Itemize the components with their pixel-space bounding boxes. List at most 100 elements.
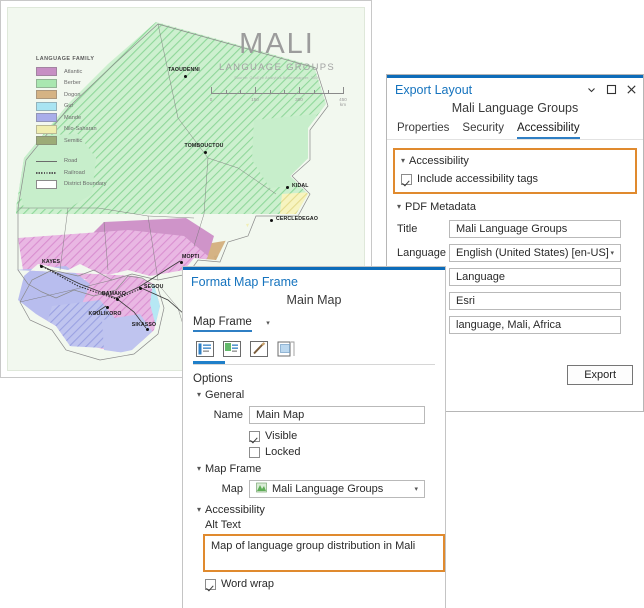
chevron-down-icon: ▾ [401, 156, 406, 165]
format-map-frame-title: Format Map Frame [191, 275, 298, 289]
road-line-icon [36, 157, 57, 166]
scalebar-label: 300 [295, 97, 303, 102]
legend-family-label: Atlantic [64, 68, 83, 75]
keywords-input[interactable]: language, Mali, Africa [449, 316, 621, 334]
word-wrap-checkbox[interactable] [205, 578, 216, 590]
scalebar-tick [343, 87, 344, 94]
legend-symbol-label: Railroad [64, 169, 85, 176]
alt-text-input[interactable]: Map of language group distribution in Ma… [203, 534, 445, 572]
map-frame-dropdown-label: Map Frame [193, 316, 252, 332]
include-accessibility-tags-row[interactable]: Include accessibility tags [401, 173, 629, 185]
symbology-tab-icon[interactable] [249, 339, 269, 359]
language-select[interactable]: English (United States) [en-US] ▾ [449, 244, 621, 262]
format-icon-tabs[interactable] [193, 339, 435, 359]
legend-family-label: Berber [64, 80, 81, 87]
legend-family-list: Atlantic Berber Dogon Gur Mande Nilo-Saharan S… [36, 66, 144, 147]
format-map-frame-panel[interactable]: Format Map Frame Main Map Map Frame ▾ Op… [182, 266, 446, 608]
title-input[interactable]: Mali Language Groups [449, 220, 621, 238]
map-select-value: Mali Language Groups [272, 483, 384, 495]
city-label: BAMAKO [101, 291, 127, 297]
tab-properties[interactable]: Properties [397, 122, 449, 139]
accessibility-section-header[interactable]: ▾ Accessibility [401, 155, 629, 167]
name-input[interactable]: Main Map [249, 406, 425, 424]
map-frame-section-header[interactable]: ▾ Map Frame [197, 463, 435, 475]
general-section-header[interactable]: ▾ General [197, 389, 435, 401]
scalebar-tick [255, 87, 256, 94]
chevron-down-icon[interactable]: ▾ [266, 320, 270, 327]
chevron-down-icon: ▾ [197, 390, 202, 399]
accessibility-section-title: Accessibility [409, 155, 469, 167]
legend-swatch [36, 101, 57, 111]
export-layout-tabs[interactable]: Properties Security Accessibility [387, 122, 643, 139]
scalebar-ticks [211, 87, 344, 96]
city-label: KOULIKORO [88, 311, 122, 317]
export-button[interactable]: Export [567, 365, 633, 385]
caret-down-icon[interactable] [586, 84, 597, 95]
include-accessibility-tags-checkbox[interactable] [401, 173, 412, 185]
scalebar-label: 0 [209, 97, 213, 102]
map-layer-icon [256, 482, 267, 496]
tab-accessibility[interactable]: Accessibility [516, 122, 580, 139]
scalebar-tick [313, 90, 315, 94]
visible-row[interactable]: Visible [249, 430, 435, 442]
district-boundary-icon [36, 179, 57, 189]
city-label: SIKASSO [131, 322, 157, 328]
visible-checkbox[interactable] [249, 430, 260, 442]
options-tab-icon[interactable] [195, 339, 215, 359]
scalebar-label: 150 [251, 97, 259, 102]
map-title-block: MALI LANGUAGE GROUPS Source: GeoEye Anal… [202, 30, 352, 108]
city-label: TOMBOUCTOU [184, 143, 224, 149]
subject-input[interactable]: Language [449, 268, 621, 286]
locked-row[interactable]: Locked [249, 446, 435, 458]
fmf-accessibility-section-header[interactable]: ▾ Accessibility [197, 504, 435, 516]
chevron-down-icon: ▾ [197, 464, 202, 473]
tabs-divider [387, 139, 643, 140]
legend-family-label: Dogon [64, 91, 81, 98]
word-wrap-row[interactable]: Word wrap [205, 578, 435, 590]
name-field-row: Name Main Map [205, 406, 435, 424]
legend-symbol-row: Road [36, 156, 144, 168]
tab-security[interactable]: Security [462, 122, 504, 139]
legend-symbol-list: Road Railroad District Boundary [36, 156, 144, 191]
metadata-field-row: Title Mali Language Groups [397, 220, 633, 238]
map-scalebar: 0 150 300 450 km [202, 87, 352, 107]
scalebar-tick [240, 90, 242, 94]
city-label: CERCLEDEGAO [276, 216, 318, 222]
chevron-down-icon[interactable]: ▾ [610, 249, 614, 257]
scalebar-tick [328, 90, 330, 94]
close-icon[interactable] [626, 84, 637, 95]
city-label: KAYES [42, 259, 61, 265]
scalebar-labels: 0 150 300 450 km [209, 97, 347, 107]
include-accessibility-tags-label: Include accessibility tags [417, 173, 539, 185]
map-select[interactable]: Mali Language Groups ▾ [249, 480, 425, 498]
legend-swatch [36, 90, 57, 100]
legend-swatch [36, 78, 57, 88]
legend-family-row: Mande [36, 112, 144, 124]
legend-family-row: Atlantic [36, 66, 144, 78]
word-wrap-label: Word wrap [221, 578, 274, 590]
language-value: English (United States) [en-US] [456, 247, 609, 259]
map-frame-dropdown-row[interactable]: Map Frame ▾ [183, 312, 445, 332]
legend-symbol-label: District Boundary [64, 181, 107, 188]
export-document-name: Mali Language Groups [451, 101, 579, 115]
export-button-wrap: Export [567, 365, 633, 385]
city-label: TAOUDENNI [168, 67, 200, 73]
window-controls[interactable] [586, 84, 637, 95]
page-tab-icon[interactable] [276, 339, 296, 359]
legend-family-row: Nilo-Saharan [36, 124, 144, 136]
legend-swatch [36, 113, 57, 123]
chevron-down-icon[interactable]: ▾ [414, 485, 418, 493]
city-label: MOPTI [182, 254, 200, 260]
maximize-icon[interactable] [606, 84, 617, 95]
visible-label: Visible [265, 430, 298, 442]
display-tab-icon[interactable] [222, 339, 242, 359]
author-input[interactable]: Esri [449, 292, 621, 310]
legend-symbol-label: Road [64, 158, 78, 165]
chevron-down-icon: ▾ [397, 202, 402, 211]
legend-family-row: Gur [36, 101, 144, 113]
locked-checkbox[interactable] [249, 446, 260, 458]
pdf-metadata-header[interactable]: ▾ PDF Metadata [397, 201, 633, 213]
locked-label: Locked [265, 446, 301, 458]
accessibility-highlight-box: ▾ Accessibility Include accessibility ta… [393, 148, 637, 194]
map-frame-section-title: Map Frame [205, 463, 262, 475]
